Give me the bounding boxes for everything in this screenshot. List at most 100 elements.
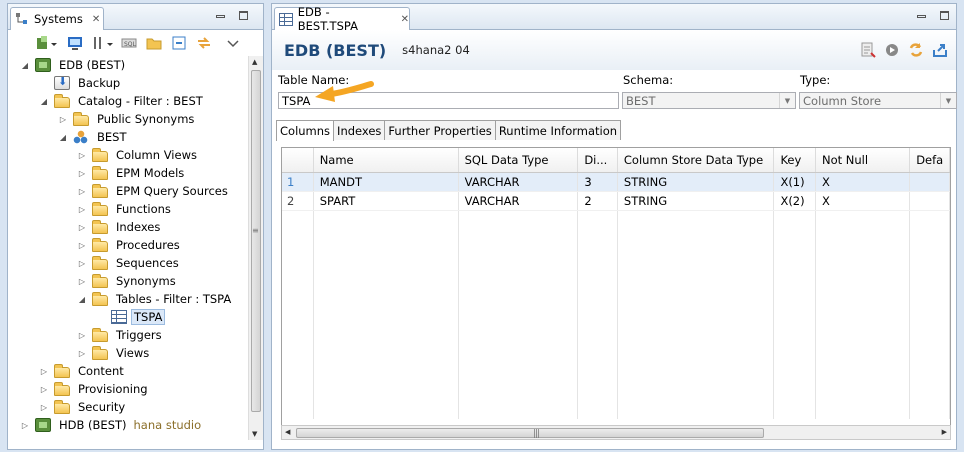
table-cell[interactable]: X — [815, 172, 911, 192]
table-cell[interactable]: 3 — [577, 172, 618, 192]
columns-horizontal-scrollbar[interactable]: ◀ ||| ▶ — [281, 425, 951, 440]
tree-item[interactable]: ▷ Security — [8, 398, 252, 416]
column-header[interactable]: Defa — [909, 148, 950, 173]
tree-item[interactable]: ▷ Provisioning — [8, 380, 252, 398]
row-number-cell[interactable]: 2 — [282, 191, 314, 211]
row-number-cell[interactable]: 1 — [282, 172, 314, 192]
tree-item[interactable]: ▷ Column Views — [8, 146, 252, 164]
collapsed-toggle-icon[interactable]: ▷ — [77, 150, 87, 160]
collapsed-toggle-icon[interactable]: ▷ — [77, 222, 87, 232]
scroll-thumb[interactable]: ||| — [296, 428, 764, 439]
column-header[interactable]: Name — [313, 148, 459, 173]
table-cell[interactable]: 2 — [577, 191, 618, 211]
view-menu-icon[interactable] — [227, 35, 243, 51]
tools-icon[interactable] — [92, 35, 113, 51]
tree-item[interactable]: ▷ Content — [8, 362, 252, 380]
table-cell[interactable]: VARCHAR — [458, 191, 579, 211]
tree-item[interactable]: ▷ Public Synonyms — [8, 110, 252, 128]
scroll-left-icon[interactable]: ◀ — [285, 428, 290, 436]
scroll-thumb[interactable] — [251, 70, 261, 412]
systems-vertical-scrollbar[interactable]: ▲ ≡ ▼ — [248, 56, 263, 440]
scroll-up-icon[interactable]: ▲ — [252, 58, 257, 66]
link-editor-icon[interactable] — [196, 35, 212, 51]
tab-indexes[interactable]: Indexes — [333, 120, 386, 140]
tab-columns[interactable]: Columns — [276, 120, 335, 141]
collapsed-toggle-icon[interactable]: ▷ — [20, 420, 30, 430]
tree-item[interactable]: ▷ Views — [8, 344, 252, 362]
close-icon[interactable]: ✕ — [401, 14, 409, 25]
column-header[interactable]: Column Store Data Type — [617, 148, 775, 173]
table-cell[interactable]: SPART — [313, 191, 459, 211]
expanded-toggle-icon[interactable]: ◢ — [58, 132, 68, 142]
tree-item[interactable]: TSPA — [8, 308, 252, 326]
scroll-right-icon[interactable]: ▶ — [942, 428, 947, 436]
tree-item[interactable]: ▷ Sequences — [8, 254, 252, 272]
table-cell[interactable]: X(2) — [773, 191, 816, 211]
run-icon[interactable] — [884, 42, 900, 58]
table-cell[interactable]: X(1) — [773, 172, 816, 192]
collapsed-toggle-icon[interactable]: ▷ — [77, 204, 87, 214]
tree-item[interactable]: ◢ Tables - Filter : TSPA — [8, 290, 252, 308]
open-folder-icon[interactable] — [146, 35, 162, 51]
systems-tab[interactable]: Systems ✕ — [10, 7, 104, 30]
column-header[interactable]: SQL Data Type — [458, 148, 579, 173]
tree-item[interactable]: ▷ HDB (BEST) hana studio — [8, 416, 252, 434]
collapsed-toggle-icon[interactable]: ▷ — [58, 114, 68, 124]
editor-tab[interactable]: EDB - BEST.TSPA ✕ — [274, 5, 410, 33]
tree-item[interactable]: ▷ EPM Models — [8, 164, 252, 182]
table-cell[interactable]: VARCHAR — [458, 172, 579, 192]
column-header[interactable]: Di... — [577, 148, 618, 173]
tree-item[interactable]: ▷ EPM Query Sources — [8, 182, 252, 200]
close-icon[interactable]: ✕ — [92, 14, 100, 25]
collapsed-toggle-icon[interactable]: ▷ — [77, 276, 87, 286]
tree-item[interactable]: Backup — [8, 74, 252, 92]
tree-item[interactable]: ◢ BEST — [8, 128, 252, 146]
scroll-down-icon[interactable]: ▼ — [252, 430, 257, 438]
chevron-down-icon[interactable]: ▼ — [779, 93, 795, 108]
maximize-icon[interactable] — [239, 11, 248, 20]
table-cell[interactable] — [909, 191, 950, 211]
tab-further-properties[interactable]: Further Properties — [384, 120, 496, 140]
table-cell[interactable] — [909, 172, 950, 192]
tree-item[interactable]: ◢ EDB (BEST) — [8, 56, 252, 74]
collapsed-toggle-icon[interactable]: ▷ — [39, 384, 49, 394]
column-header[interactable]: Key — [773, 148, 816, 173]
tree-item[interactable]: ▷ Synonyms — [8, 272, 252, 290]
collapsed-toggle-icon[interactable]: ▷ — [39, 402, 49, 412]
table-row[interactable]: 2 SPART VARCHAR 2 STRING X(2) X — [282, 191, 950, 211]
export-sql-icon[interactable] — [860, 42, 876, 58]
expanded-toggle-icon[interactable]: ◢ — [20, 60, 30, 70]
table-cell[interactable]: STRING — [617, 191, 775, 211]
refresh-icon[interactable] — [908, 42, 924, 58]
monitor-icon[interactable] — [67, 35, 83, 51]
collapsed-toggle-icon[interactable]: ▷ — [77, 348, 87, 358]
collapsed-toggle-icon[interactable]: ▷ — [77, 240, 87, 250]
table-row[interactable]: 1 MANDT VARCHAR 3 STRING X(1) X — [282, 172, 950, 192]
sql-icon[interactable]: SQL — [121, 35, 137, 51]
tree-item[interactable]: ▷ Procedures — [8, 236, 252, 254]
tree-item[interactable]: ▷ Functions — [8, 200, 252, 218]
column-header[interactable]: Not Null — [815, 148, 911, 173]
expanded-toggle-icon[interactable]: ◢ — [77, 294, 87, 304]
table-cell[interactable]: X — [815, 191, 911, 211]
maximize-icon[interactable] — [940, 11, 949, 20]
minimize-icon[interactable] — [917, 15, 926, 18]
tree-item[interactable]: ◢ Catalog - Filter : BEST — [8, 92, 252, 110]
expanded-toggle-icon[interactable]: ◢ — [39, 96, 49, 106]
schema-field[interactable]: BEST ▼ — [622, 92, 796, 109]
collapse-all-icon[interactable] — [171, 35, 187, 51]
collapsed-toggle-icon[interactable]: ▷ — [77, 258, 87, 268]
type-field[interactable]: Column Store ▼ — [799, 92, 957, 109]
tree-item[interactable]: ▷ Indexes — [8, 218, 252, 236]
tree-item[interactable]: ▷ Triggers — [8, 326, 252, 344]
export-icon[interactable] — [932, 42, 948, 58]
table-cell[interactable]: STRING — [617, 172, 775, 192]
collapsed-toggle-icon[interactable]: ▷ — [77, 168, 87, 178]
chevron-down-icon[interactable]: ▼ — [940, 93, 956, 108]
collapsed-toggle-icon[interactable]: ▷ — [77, 186, 87, 196]
table-cell[interactable]: MANDT — [313, 172, 459, 192]
tab-runtime-information[interactable]: Runtime Information — [494, 120, 622, 140]
add-system-icon[interactable] — [36, 35, 57, 51]
collapsed-toggle-icon[interactable]: ▷ — [77, 330, 87, 340]
minimize-icon[interactable] — [216, 15, 225, 18]
